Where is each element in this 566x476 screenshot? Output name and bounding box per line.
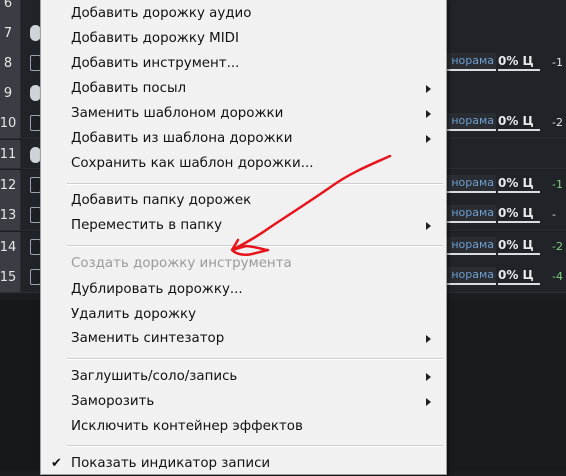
pan-control[interactable]: норама [444,53,496,71]
empty-track-area [0,300,40,471]
volume-value[interactable]: 0% Ц [498,205,540,223]
track-number: 7 [0,18,21,48]
menu-item-add-midi-track[interactable]: Добавить дорожку MIDI [41,27,444,51]
volume-value[interactable]: 0% Ц [498,113,540,131]
menu-item-save-as-template[interactable]: Сохранить как шаблон дорожки... [41,152,444,176]
menu-separator [67,358,443,360]
menu-item-label: Добавить дорожку аудио [71,6,252,21]
menu-item-label: Заменить шаблоном дорожки [71,106,284,121]
menu-item-replace-synth[interactable]: Заменить синтезатор [41,327,444,351]
checkmark-icon: ✔ [51,456,62,471]
menu-item-label: Добавить из шаблона дорожки [71,131,293,146]
menu-item-show-record-indicator[interactable]: ✔ Показать индикатор записи [41,452,444,476]
submenu-arrow-icon [426,335,431,343]
menu-item-add-send[interactable]: Добавить посыл [41,77,444,101]
submenu-arrow-icon [426,85,431,93]
menu-separator [67,245,443,247]
track-number: 9 [0,78,21,108]
menu-separator [67,183,443,185]
menu-item-label: Дублировать дорожку... [71,282,243,297]
menu-item-label: Заглушить/соло/запись [71,369,238,384]
level-meter: - [552,208,556,221]
menu-item-freeze[interactable]: Заморозить [41,390,444,414]
track-number: 14 [0,232,21,262]
menu-separator [67,445,443,447]
menu-item-add-audio-track[interactable]: Добавить дорожку аудио [41,2,444,26]
menu-item-replace-with-template[interactable]: Заменить шаблоном дорожки [41,102,444,126]
level-meter: -4 [552,270,563,283]
submenu-arrow-icon [426,373,431,381]
volume-value[interactable]: 0% Ц [498,175,540,193]
pan-control[interactable]: норама [444,237,496,255]
submenu-arrow-icon [426,110,431,118]
menu-item-label: Создать дорожку инструмента [71,256,292,271]
menu-item-duplicate-track[interactable]: Дублировать дорожку... [41,278,444,302]
menu-item-add-from-template[interactable]: Добавить из шаблона дорожки [41,127,444,151]
empty-track-area [445,300,566,471]
menu-item-label: Добавить инструмент... [71,56,240,71]
level-meter: -2 [552,116,563,129]
menu-item-mute-solo-record[interactable]: Заглушить/соло/запись [41,365,444,389]
menu-item-label: Удалить дорожку [71,307,197,322]
menu-item-exclude-fx-container[interactable]: Исключить контейнер эффектов [41,415,444,439]
menu-item-move-to-folder[interactable]: Переместить в папку [41,214,444,238]
pan-control[interactable]: норама [444,113,496,131]
menu-item-create-instrument-track: Создать дорожку инструмента [41,252,444,276]
pan-control[interactable]: норама [444,205,496,223]
menu-item-label: Заменить синтезатор [71,331,225,346]
volume-value[interactable]: 0% Ц [498,237,540,255]
menu-item-label: Переместить в папку [71,218,223,233]
track-number: 11 [0,140,21,168]
pan-control[interactable]: норама [444,175,496,193]
track-number: 8 [0,48,21,78]
menu-item-label: Добавить папку дорожек [71,193,252,208]
context-menu: Добавить дорожку аудио Добавить дорожку … [40,0,447,475]
pan-control[interactable]: норама [444,267,496,285]
menu-item-label: Показать индикатор записи [71,456,271,471]
menu-item-label: Добавить дорожку MIDI [71,31,239,46]
volume-value[interactable]: 0% Ц [498,267,540,285]
level-meter: -1 [552,178,563,191]
track-number: 15 [0,262,21,292]
submenu-arrow-icon [426,398,431,406]
submenu-arrow-icon [426,222,431,230]
track-number: 6 [0,0,21,18]
level-meter: -1 [552,56,563,69]
menu-item-label: Заморозить [71,394,155,409]
menu-item-label: Сохранить как шаблон дорожки... [71,156,314,171]
menu-item-delete-track[interactable]: Удалить дорожку [41,303,444,327]
track-number: 13 [0,200,21,230]
menu-item-add-instrument[interactable]: Добавить инструмент... [41,52,444,76]
menu-item-label: Добавить посыл [71,81,187,96]
level-meter: -2 [552,240,563,253]
menu-item-label: Исключить контейнер эффектов [71,419,303,434]
menu-item-add-track-folder[interactable]: Добавить папку дорожек [41,189,444,213]
submenu-arrow-icon [426,135,431,143]
track-number: 10 [0,108,21,138]
track-number: 12 [0,170,21,200]
volume-value[interactable]: 0% Ц [498,53,540,71]
